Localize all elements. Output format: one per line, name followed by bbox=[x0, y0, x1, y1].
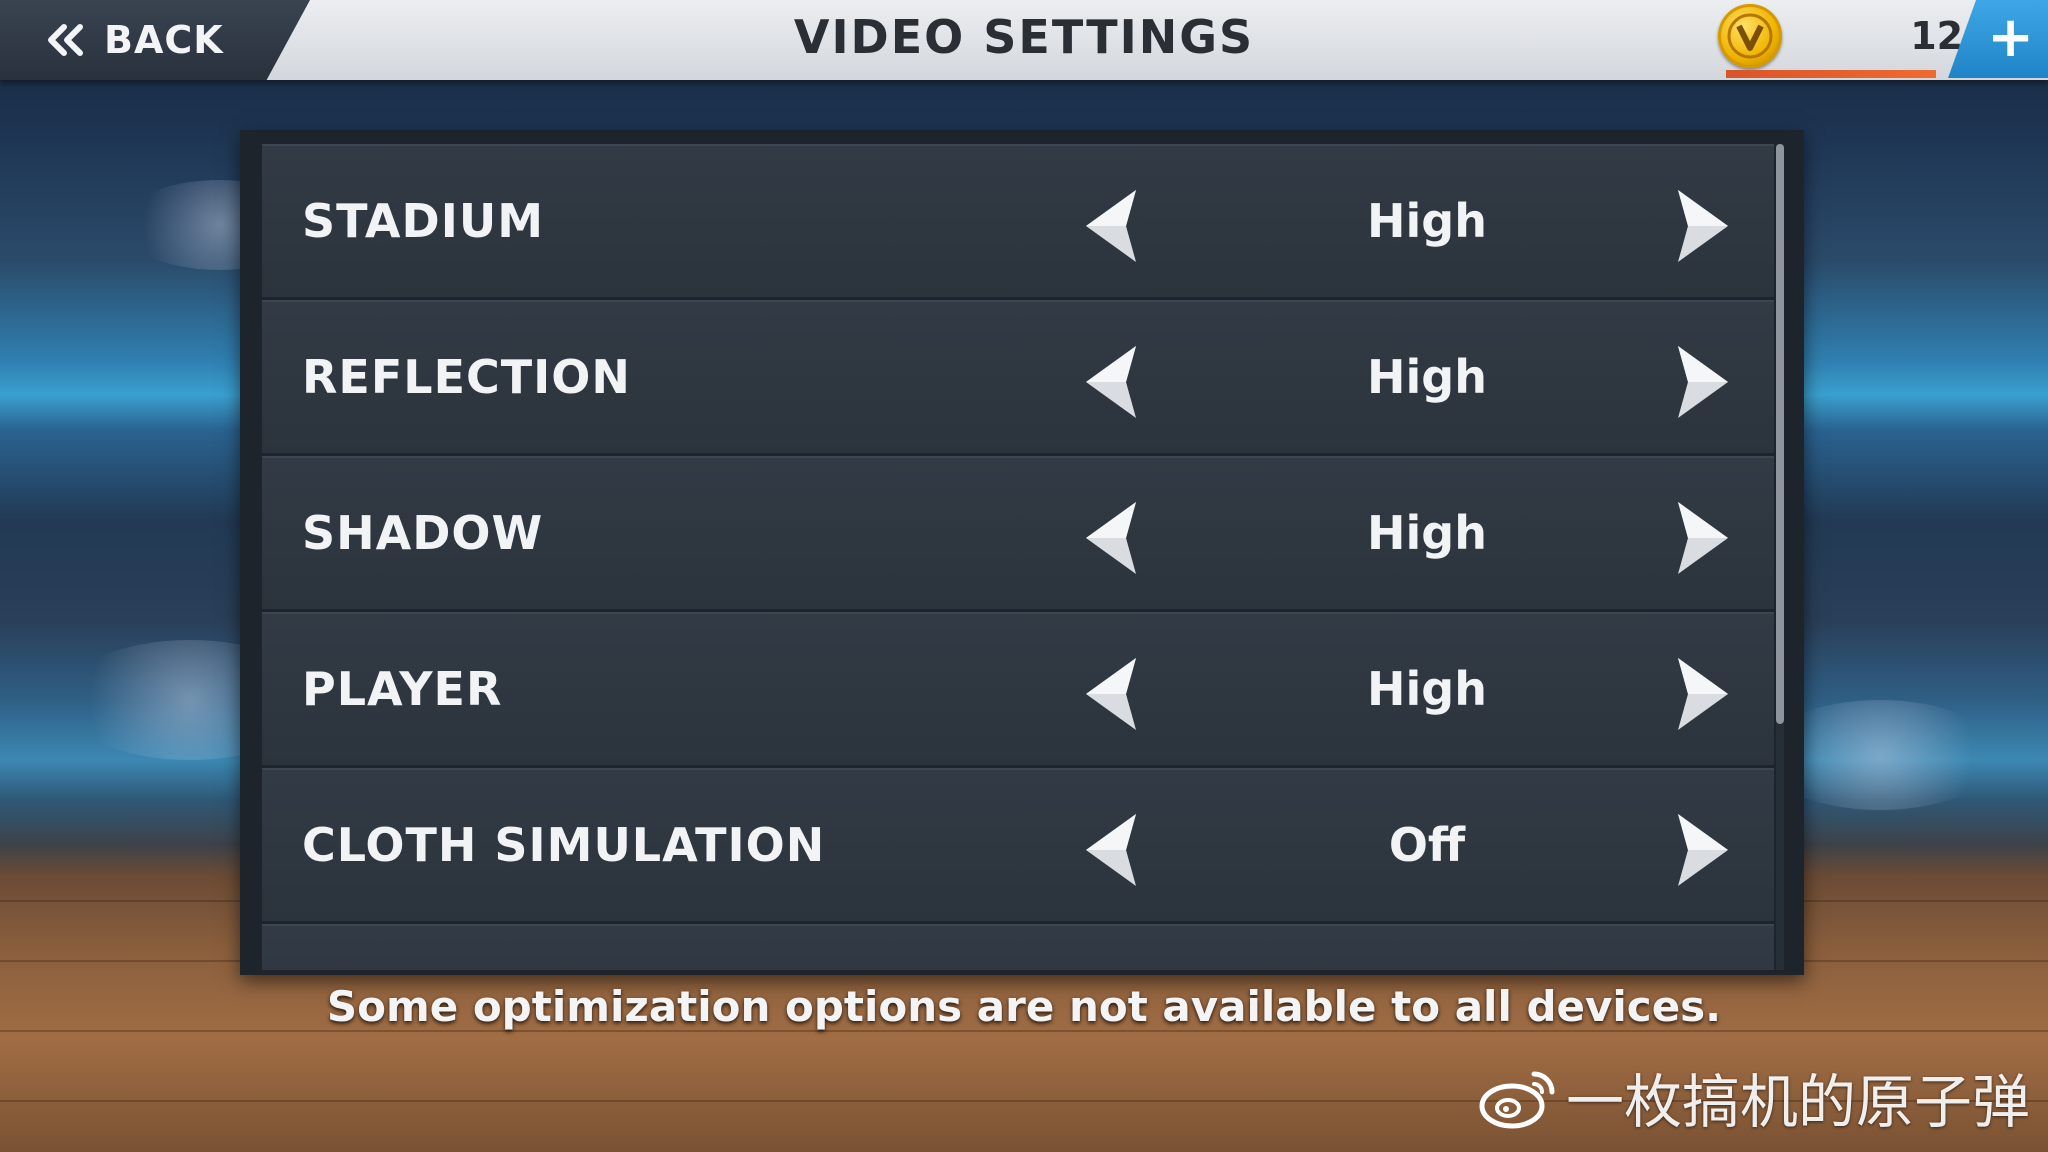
setting-label: CLOTH SIMULATION bbox=[302, 818, 826, 872]
setting-label: SHADOW bbox=[302, 506, 544, 560]
setting-row-reflection: REFLECTION High bbox=[262, 300, 1774, 453]
arrow-right-icon[interactable] bbox=[1672, 188, 1732, 264]
arrow-left-icon[interactable] bbox=[1082, 812, 1142, 888]
currency-display: 1240 + bbox=[1718, 0, 2048, 80]
arrow-left-icon[interactable] bbox=[1082, 344, 1142, 420]
watermark-text: 一枚搞机的原子弹 bbox=[1565, 1068, 2030, 1136]
setting-value: High bbox=[1367, 194, 1487, 248]
setting-value: High bbox=[1367, 662, 1487, 716]
scrollbar-thumb[interactable] bbox=[1776, 144, 1784, 724]
settings-panel: STADIUM High REFLECTION High SHADOW High… bbox=[240, 130, 1804, 975]
arrow-right-icon[interactable] bbox=[1672, 500, 1732, 576]
watermark: 一枚搞机的原子弹 bbox=[1478, 1062, 2030, 1136]
scrollbar[interactable] bbox=[1776, 144, 1784, 970]
setting-row-stadium: STADIUM High bbox=[262, 144, 1774, 297]
arrow-right-icon[interactable] bbox=[1672, 656, 1732, 732]
setting-row-partial bbox=[262, 924, 1774, 970]
setting-row-shadow: SHADOW High bbox=[262, 456, 1774, 609]
setting-value: Off bbox=[1388, 818, 1466, 872]
arrow-left-icon[interactable] bbox=[1082, 188, 1142, 264]
setting-value: High bbox=[1367, 506, 1487, 560]
arrow-right-icon[interactable] bbox=[1672, 812, 1732, 888]
top-bar: BACK VIDEO SETTINGS 1240 + bbox=[0, 0, 2048, 80]
setting-row-player: PLAYER High bbox=[262, 612, 1774, 765]
arrow-left-icon[interactable] bbox=[1082, 656, 1142, 732]
add-coins-button[interactable]: + bbox=[1948, 0, 2048, 78]
setting-value: High bbox=[1367, 350, 1487, 404]
optimization-notice: Some optimization options are not availa… bbox=[326, 982, 1722, 1031]
arrow-left-icon[interactable] bbox=[1082, 500, 1142, 576]
settings-list: STADIUM High REFLECTION High SHADOW High… bbox=[262, 144, 1774, 970]
setting-row-cloth-simulation: CLOTH SIMULATION Off bbox=[262, 768, 1774, 921]
setting-label: PLAYER bbox=[302, 662, 503, 716]
weibo-logo-icon bbox=[1478, 1064, 1560, 1130]
setting-label: STADIUM bbox=[302, 194, 544, 248]
arrow-right-icon[interactable] bbox=[1672, 344, 1732, 420]
coin-underline bbox=[1726, 70, 1936, 78]
setting-label: REFLECTION bbox=[302, 350, 631, 404]
